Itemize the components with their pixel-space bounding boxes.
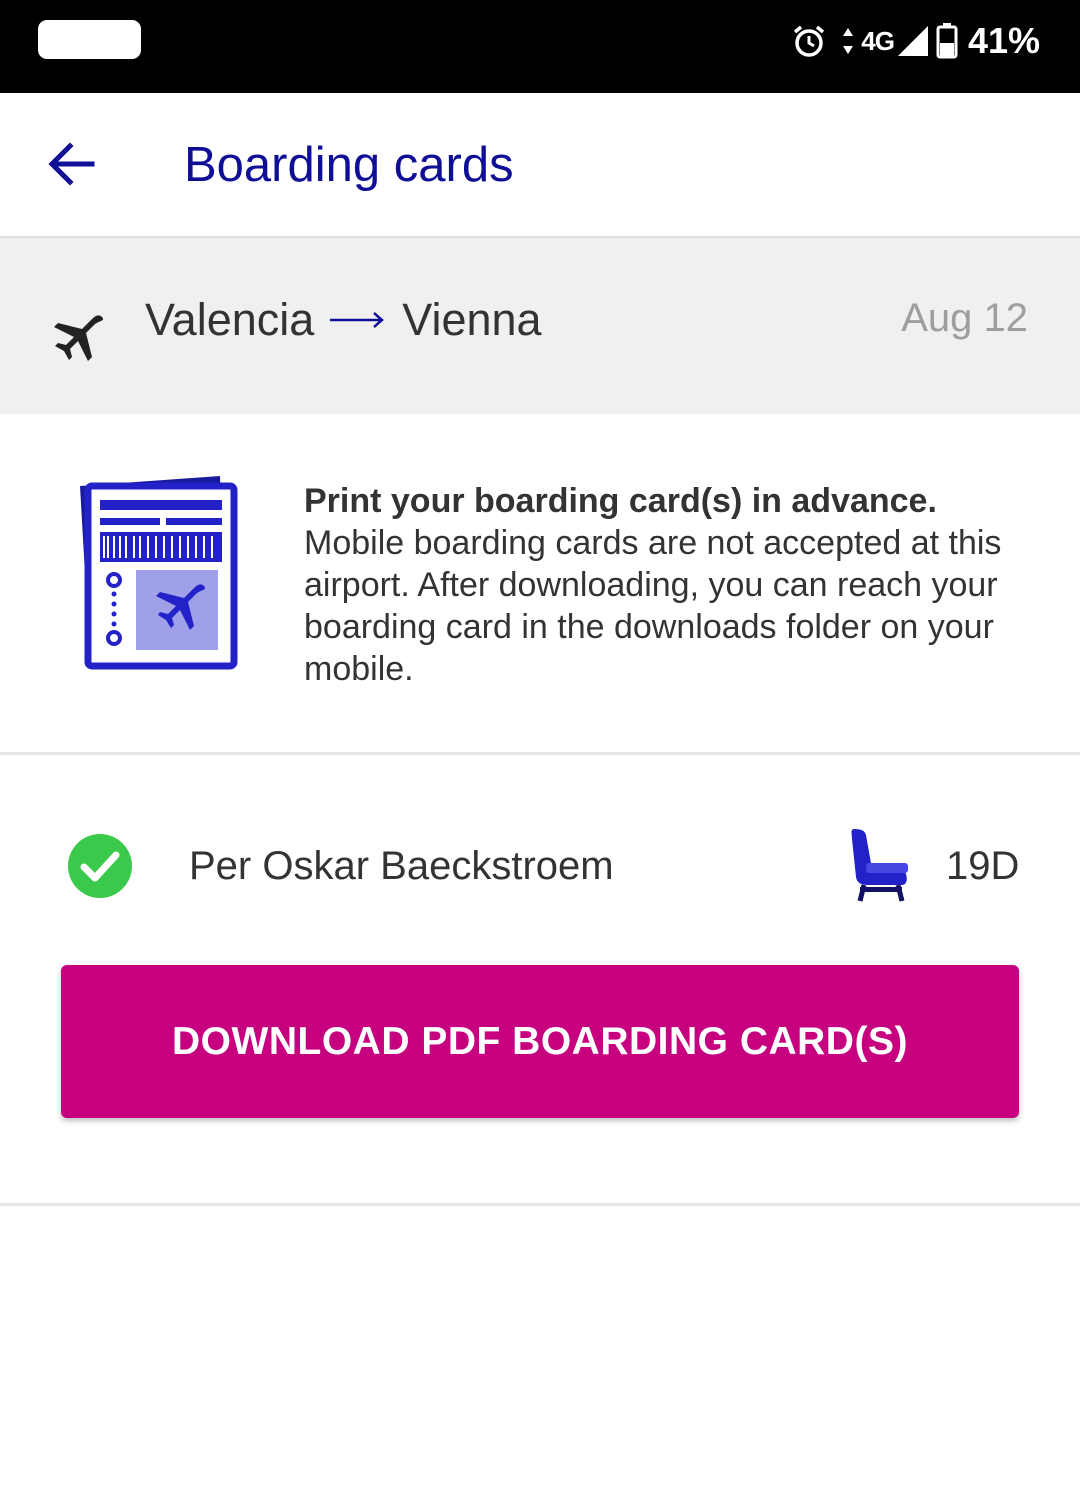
data-arrows-icon bbox=[843, 28, 854, 54]
arrow-right-icon bbox=[330, 312, 385, 328]
passenger-name: Per Oskar Baeckstroem bbox=[189, 844, 614, 888]
battery-percent: 41% bbox=[967, 20, 1040, 61]
print-notice: Print your boarding card(s) in advance. … bbox=[0, 414, 1080, 755]
destination-city: Vienna bbox=[402, 294, 542, 345]
boarding-pass-illustration bbox=[80, 476, 238, 670]
download-pdf-button[interactable]: DOWNLOAD PDF BOARDING CARD(S) bbox=[61, 965, 1019, 1118]
arrow-left-icon bbox=[48, 142, 95, 186]
notice-text: Print your boarding card(s) in advance. … bbox=[304, 480, 1024, 690]
flight-route-header: Valencia Vienna Aug 12 bbox=[0, 238, 1080, 414]
notice-body: Mobile boarding cards are not accepted a… bbox=[304, 524, 1002, 688]
passenger-row: Per Oskar Baeckstroem 19D bbox=[0, 800, 1080, 940]
network-type: 4G bbox=[861, 25, 895, 56]
alarm-icon bbox=[794, 25, 825, 57]
app-bar: Boarding cards bbox=[0, 93, 1080, 238]
page-title: Boarding cards bbox=[184, 138, 514, 192]
origin-city: Valencia bbox=[145, 294, 315, 345]
divider bbox=[0, 1203, 1080, 1206]
back-button[interactable] bbox=[44, 138, 100, 190]
status-bar: 4G 41% bbox=[0, 0, 1080, 93]
flight-date: Aug 12 bbox=[901, 296, 1028, 340]
notice-heading: Print your boarding card(s) in advance. bbox=[304, 482, 937, 520]
status-icons: 4G 41% bbox=[791, 16, 1040, 66]
plane-icon bbox=[54, 315, 104, 361]
notification-pill bbox=[38, 20, 141, 59]
battery-icon bbox=[936, 23, 958, 59]
seat-number: 19D bbox=[946, 844, 1020, 888]
seat-icon bbox=[851, 829, 908, 902]
route: Valencia Vienna bbox=[145, 294, 542, 346]
check-circle-icon bbox=[68, 834, 132, 898]
signal-icon bbox=[897, 26, 928, 56]
